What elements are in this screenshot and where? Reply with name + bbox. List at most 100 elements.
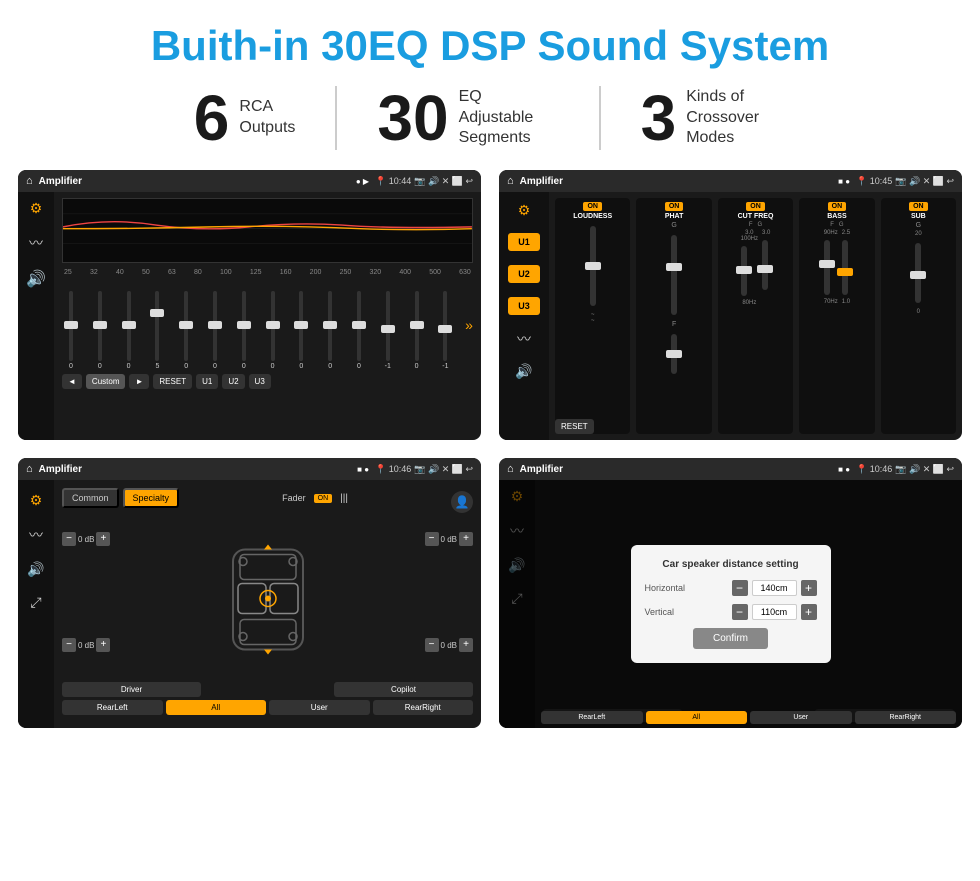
vol-br-plus[interactable]: +	[459, 638, 473, 652]
crossover-reset-btn[interactable]: RESET	[555, 419, 594, 434]
crossover-left-sidebar: ⚙ U1 U2 U3 〰 🔊	[499, 192, 549, 440]
dialog-dots: ■ ●	[838, 465, 850, 474]
channel-sub: ON SUB G 20 0	[881, 198, 956, 434]
user-btn[interactable]: User	[269, 700, 370, 715]
bass-slider2[interactable]	[842, 240, 848, 295]
channel-loudness: ON LOUDNESS ~~	[555, 198, 630, 434]
eq-status-bar: ⌂ Amplifier ● ▶ 📍 10:44 📷 🔊 ✕ ⬜ ↩	[18, 170, 481, 192]
vol-tr-minus[interactable]: −	[425, 532, 439, 546]
eq-expand-icon[interactable]: »	[465, 317, 473, 333]
fader-label: Fader	[282, 493, 306, 503]
phat-slider[interactable]	[671, 235, 677, 315]
dialog-icons: 📷 🔊 ✕ ⬜ ↩	[895, 464, 954, 475]
eq-u2-btn[interactable]: U2	[222, 374, 244, 389]
cutfreq-label: CUT FREQ	[738, 213, 774, 220]
vertical-minus-btn[interactable]: −	[732, 604, 748, 620]
eq-time: 📍 10:44	[375, 176, 411, 187]
horizontal-plus-btn[interactable]: +	[801, 580, 817, 596]
crossover-u2-btn[interactable]: U2	[508, 265, 540, 283]
crossover-vol-icon[interactable]: 🔊	[515, 363, 532, 380]
eq-dot1: ● ▶	[356, 177, 369, 186]
vertical-plus-btn[interactable]: +	[801, 604, 817, 620]
cs-common-tab[interactable]: Common	[62, 488, 119, 508]
eq-slider-8[interactable]: 0	[264, 291, 282, 370]
cutfreq-slider2[interactable]	[762, 240, 768, 290]
all-btn[interactable]: All	[166, 700, 267, 715]
screens-grid: ⌂ Amplifier ● ▶ 📍 10:44 📷 🔊 ✕ ⬜ ↩ ⚙ 〰 🔊	[0, 170, 980, 728]
sub-slider[interactable]	[915, 243, 921, 303]
cs-app-title: Amplifier	[39, 464, 352, 475]
eq-tune-icon[interactable]: ⚙	[30, 200, 43, 217]
vertical-row: Vertical − 110cm +	[645, 604, 817, 620]
eq-slider-2[interactable]: 0	[91, 291, 109, 370]
vol-tl-plus[interactable]: +	[96, 532, 110, 546]
loudness-on-badge: ON	[583, 202, 602, 211]
eq-slider-6[interactable]: 0	[206, 291, 224, 370]
cs-settings-icon[interactable]: 👤	[451, 491, 473, 513]
cs-wave-icon[interactable]: 〰	[29, 525, 43, 545]
dialog-app-title: Amplifier	[520, 464, 833, 475]
driver-btn[interactable]: Driver	[62, 682, 201, 697]
cutfreq-slider1[interactable]	[741, 246, 747, 296]
eq-slider-4[interactable]: 5	[148, 291, 166, 370]
cs-vol-icon[interactable]: 🔊	[27, 561, 44, 578]
eq-slider-12[interactable]: -1	[379, 291, 397, 370]
cs-tune-icon[interactable]: ⚙	[30, 492, 43, 509]
rearleft-btn[interactable]: RearLeft	[62, 700, 163, 715]
crossover-tune-icon[interactable]: ⚙	[518, 202, 531, 219]
eq-slider-1[interactable]: 0	[62, 291, 80, 370]
cs-content: ⚙ 〰 🔊 ⤢ Common Specialty Fader ON |||	[18, 480, 481, 728]
cs-icons: 📷 🔊 ✕ ⬜ ↩	[414, 464, 473, 475]
eq-slider-7[interactable]: 0	[235, 291, 253, 370]
eq-custom-btn[interactable]: Custom	[86, 374, 126, 389]
eq-slider-10[interactable]: 0	[321, 291, 339, 370]
eq-prev-btn[interactable]: ◄	[62, 374, 82, 389]
vertical-control: − 110cm +	[732, 604, 817, 620]
phat-slider2[interactable]	[671, 334, 677, 374]
horizontal-row: Horizontal − 140cm +	[645, 580, 817, 596]
vol-tr-plus[interactable]: +	[459, 532, 473, 546]
eq-slider-9[interactable]: 0	[292, 291, 310, 370]
phat-on-badge: ON	[665, 202, 684, 211]
cs-specialty-tab[interactable]: Specialty	[123, 488, 180, 508]
vol-br-minus[interactable]: −	[425, 638, 439, 652]
eq-play-btn[interactable]: ►	[129, 374, 149, 389]
crossover-u3-btn[interactable]: U3	[508, 297, 540, 315]
vol-bl-plus[interactable]: +	[96, 638, 110, 652]
eq-slider-13[interactable]: 0	[408, 291, 426, 370]
cs-arrows-icon[interactable]: ⤢	[30, 594, 41, 611]
eq-slider-3[interactable]: 0	[120, 291, 138, 370]
eq-slider-14[interactable]: -1	[436, 291, 454, 370]
eq-reset-btn[interactable]: RESET	[153, 374, 192, 389]
vol-bl-minus[interactable]: −	[62, 638, 76, 652]
vol-tl-minus[interactable]: −	[62, 532, 76, 546]
eq-speaker-icon[interactable]: 🔊	[26, 269, 46, 289]
dialog-time: 📍 10:46	[856, 464, 892, 475]
fader-bars-icon: |||	[340, 493, 348, 504]
dialog-rearright-btn[interactable]: RearRight	[855, 711, 957, 724]
eq-slider-11[interactable]: 0	[350, 291, 368, 370]
copilot-btn[interactable]: Copilot	[334, 682, 473, 697]
bass-slider1[interactable]	[824, 240, 830, 295]
loudness-label: LOUDNESS	[573, 213, 612, 220]
dialog-user-btn[interactable]: User	[750, 711, 852, 724]
crossover-icons2: 📷 🔊 ✕ ⬜ ↩	[895, 176, 954, 187]
rearright-btn[interactable]: RearRight	[373, 700, 474, 715]
loudness-slider[interactable]	[590, 226, 596, 306]
dialog-screen: ⌂ Amplifier ■ ● 📍 10:46 📷 🔊 ✕ ⬜ ↩ ⚙ 〰 🔊 …	[499, 458, 962, 728]
crossover-u1-btn[interactable]: U1	[508, 233, 540, 251]
dialog-all-btn[interactable]: All	[646, 711, 748, 724]
cs-home-icon: ⌂	[26, 463, 33, 475]
eq-u3-btn[interactable]: U3	[249, 374, 271, 389]
eq-u1-btn[interactable]: U1	[196, 374, 218, 389]
dialog-rearleft-btn[interactable]: RearLeft	[541, 711, 643, 724]
eq-wave-icon[interactable]: 〰	[29, 233, 43, 253]
eq-slider-5[interactable]: 0	[177, 291, 195, 370]
horizontal-label: Horizontal	[645, 583, 700, 593]
crossover-wave-icon[interactable]: 〰	[517, 329, 531, 349]
channel-bass: ON BASS F G 90Hz 70Hz 2.5	[799, 198, 874, 434]
confirm-button[interactable]: Confirm	[693, 628, 768, 649]
channel-cutfreq: ON CUT FREQ F G 3.0 100Hz 80Hz	[718, 198, 793, 434]
horizontal-minus-btn[interactable]: −	[732, 580, 748, 596]
cs-bottom-row1: Driver Copilot	[62, 682, 473, 697]
